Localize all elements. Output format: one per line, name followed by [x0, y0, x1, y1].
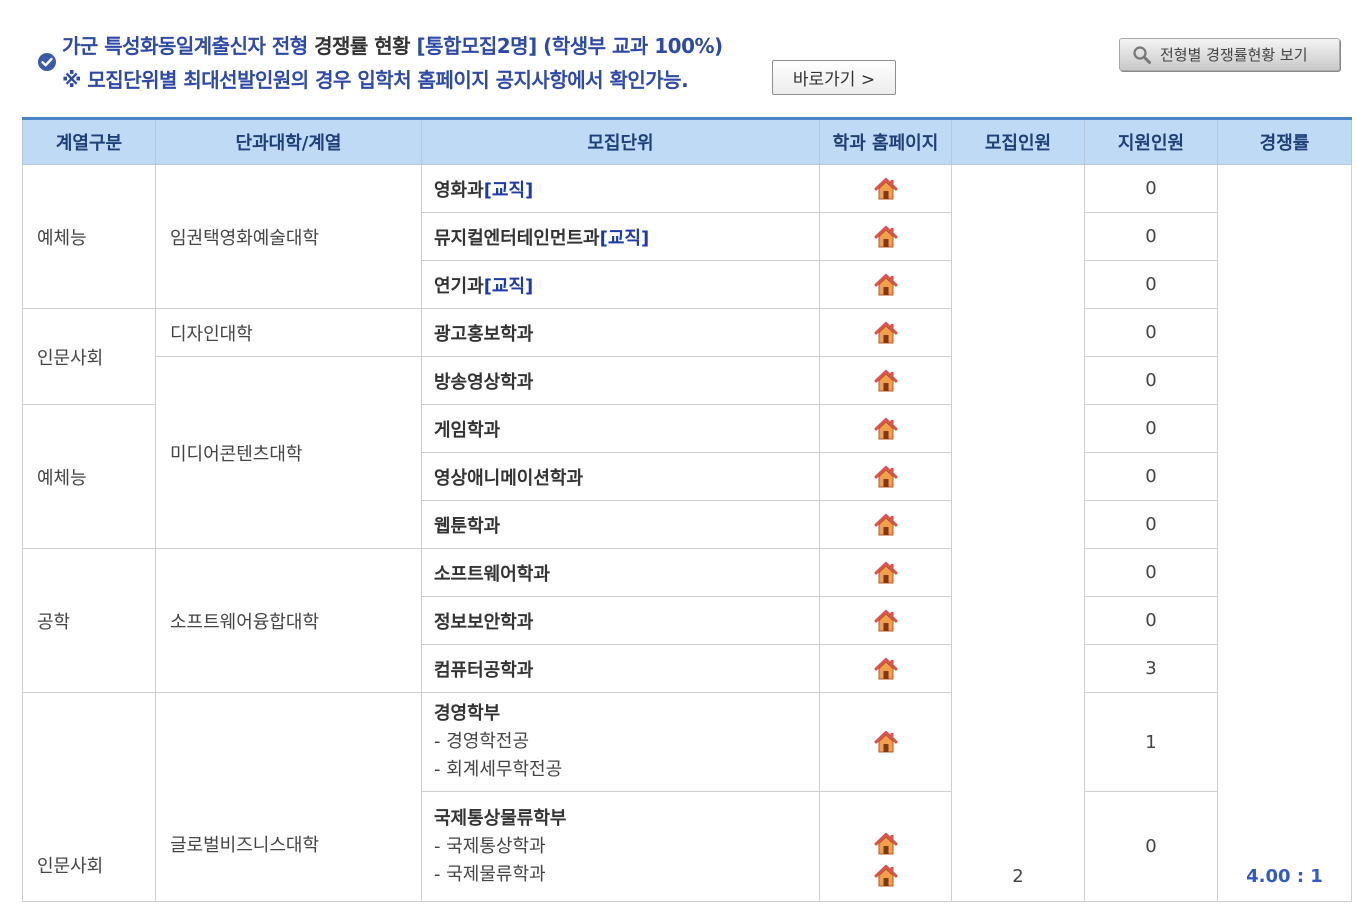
competition-table: 계열구분 단과대학/계열 모집단위 학과 홈페이지 모집인원 지원인원 경쟁률 … [22, 117, 1352, 902]
category-cell: 예체능 [22, 404, 156, 549]
sub-unit: - 경영학전공 [434, 731, 530, 752]
view-competition-button[interactable]: 전형별 경쟁률현황 보기 [1119, 38, 1340, 71]
page-header: 가군 특성화동일계출신자 전형 경쟁률 현황 [통합모집2명] (학생부 교과 … [0, 0, 1357, 110]
go-button[interactable]: 바로가기 > [772, 60, 896, 95]
col-header-applicants[interactable]: 지원인원 [1084, 118, 1218, 165]
table-row: 인문사회 디자인대학 광고홍보학과 0 [22, 308, 1352, 405]
applicants-cell: 0 [1084, 791, 1218, 902]
home-icon[interactable] [873, 863, 899, 889]
table-row: 미디어콘텐츠대학 방송영상학과 0 [23, 356, 1352, 549]
applicants-cell: 0 [1084, 212, 1218, 261]
unit-cell: 연기과[교직] [421, 260, 820, 309]
applicants-cell: 0 [1084, 260, 1218, 309]
applicants-cell: 0 [1084, 164, 1218, 213]
col-header-college[interactable]: 단과대학/계열 [155, 118, 422, 165]
college-cell: 미디어콘텐츠대학 [155, 356, 422, 549]
home-icon[interactable] [873, 464, 899, 490]
college-cell: 글로벌비즈니스대학 [155, 692, 422, 902]
unit-cell: 국제통상물류학부 - 국제통상학과 - 국제물류학과 [421, 791, 820, 902]
homepage-cell [819, 260, 952, 309]
home-icon[interactable] [873, 320, 899, 346]
unit-cell: 영화과[교직] [421, 164, 820, 213]
applicants-cell: 0 [1084, 596, 1218, 645]
homepage-cell [819, 404, 952, 453]
quota-cell: 2 [951, 164, 1085, 902]
sub-unit: - 회계세무학전공 [434, 759, 563, 780]
home-icon[interactable] [873, 560, 899, 586]
home-icon[interactable] [873, 656, 899, 682]
home-icon[interactable] [873, 416, 899, 442]
col-header-category[interactable]: 계열구분 [22, 118, 156, 165]
table-row: 인문사회 글로벌비즈니스대학 경영학부 - 경영학전공 - 회계세무학전공 1 [22, 692, 1352, 902]
unit-cell: 광고홍보학과 [421, 308, 820, 357]
college-cell: 소프트웨어융합대학 [155, 548, 422, 693]
applicants-cell: 0 [1084, 308, 1218, 357]
homepage-cell [819, 548, 952, 597]
home-icon[interactable] [873, 272, 899, 298]
homepage-cell [819, 596, 952, 645]
college-cell: 임권택영화예술대학 [155, 164, 422, 309]
category-cell: 예체능 [22, 164, 156, 309]
home-icon[interactable] [873, 368, 899, 394]
home-icon[interactable] [873, 176, 899, 202]
unit-cell: 컴퓨터공학과 [421, 644, 820, 693]
check-circle-icon [38, 53, 56, 71]
unit-cell: 뮤지컬엔터테인먼트과[교직] [421, 212, 820, 261]
col-header-rate[interactable]: 경쟁률 [1217, 118, 1352, 165]
homepage-cell [819, 692, 952, 792]
col-header-quota[interactable]: 모집인원 [951, 118, 1085, 165]
view-button-label: 전형별 경쟁률현황 보기 [1160, 46, 1308, 64]
homepage-cell [819, 356, 952, 405]
homepage-cell [819, 452, 952, 501]
applicants-cell: 0 [1084, 548, 1218, 597]
category-cell: 인문사회 [22, 308, 156, 405]
homepage-cell [819, 212, 952, 261]
unit-cell: 방송영상학과 [421, 356, 820, 405]
applicants-cell: 0 [1084, 404, 1218, 453]
category-cell: 공학 [22, 548, 156, 693]
home-icon[interactable] [873, 831, 899, 857]
col-header-unit[interactable]: 모집단위 [421, 118, 820, 165]
sub-unit: - 국제물류학과 [434, 863, 546, 885]
unit-cell: 정보보안학과 [421, 596, 820, 645]
competition-table-wrap: 계열구분 단과대학/계열 모집단위 학과 홈페이지 모집인원 지원인원 경쟁률 … [22, 117, 1352, 902]
notice-text: ※ 모집단위별 최대선발인원의 경우 입학처 홈페이지 공지사항에서 확인가능. [62, 68, 689, 92]
col-header-homepage[interactable]: 학과 홈페이지 [819, 118, 952, 165]
applicants-cell: 0 [1084, 500, 1218, 549]
page-title: 가군 특성화동일계출신자 전형 경쟁률 현황 [통합모집2명] (학생부 교과 … [62, 34, 723, 58]
homepage-cell [819, 644, 952, 693]
search-icon [1133, 45, 1151, 64]
unit-cell: 소프트웨어학과 [421, 548, 820, 597]
homepage-cell [819, 500, 952, 549]
rate-value: 4.00 : 1 [1246, 865, 1323, 887]
applicants-cell: 0 [1084, 356, 1218, 405]
unit-cell: 웹툰학과 [421, 500, 820, 549]
applicants-cell: 1 [1084, 692, 1218, 792]
quota-value: 2 [1012, 865, 1024, 887]
unit-cell: 영상애니메이션학과 [421, 452, 820, 501]
applicants-cell: 0 [1084, 452, 1218, 501]
table-row: 공학 소프트웨어융합대학 소프트웨어학과 0 [22, 548, 1352, 693]
home-icon[interactable] [873, 729, 899, 755]
rate-cell: 4.00 : 1 [1217, 164, 1352, 902]
home-icon[interactable] [873, 224, 899, 250]
sub-unit: - 국제통상학과 [434, 835, 546, 857]
homepage-cell [819, 308, 952, 357]
college-cell: 디자인대학 [155, 308, 422, 357]
unit-cell: 경영학부 - 경영학전공 - 회계세무학전공 [421, 692, 820, 792]
unit-cell: 게임학과 [421, 404, 820, 453]
applicants-cell: 3 [1084, 644, 1218, 693]
home-icon[interactable] [873, 608, 899, 634]
homepage-cell [819, 791, 952, 902]
category-cell: 인문사회 [22, 692, 156, 902]
home-icon[interactable] [873, 512, 899, 538]
homepage-cell [819, 164, 952, 213]
table-row: 예체능 임권택영화예술대학 영화과[교직] 2 0 4.00 : 1 [22, 164, 1352, 902]
